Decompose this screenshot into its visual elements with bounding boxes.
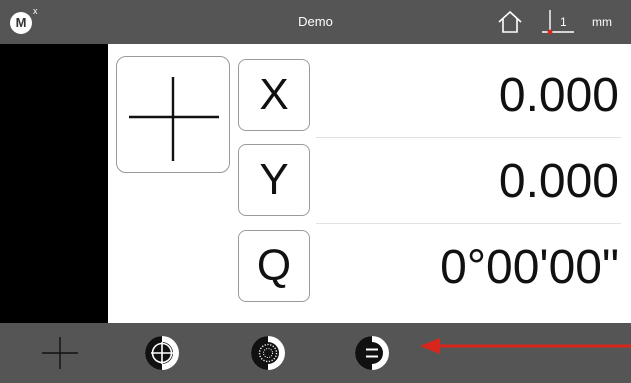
window-title: Demo (298, 14, 333, 29)
readout-q: 0°00'00" (440, 241, 619, 294)
datum-icon[interactable]: 1 (540, 6, 576, 38)
tool-circle-probe-button[interactable] (246, 323, 290, 383)
axis-q-button[interactable]: Q (238, 230, 310, 302)
left-panel (0, 44, 108, 323)
tool-equals-button[interactable] (350, 323, 394, 383)
circle-dotted-icon (251, 336, 285, 370)
readout-y: 0.000 (498, 155, 619, 208)
tool-crosshair-button[interactable] (38, 323, 82, 383)
datum-number: 1 (560, 15, 567, 29)
units-label[interactable]: mm (592, 0, 612, 44)
tool-circle-center-button[interactable] (140, 323, 184, 383)
arrow-left-icon (420, 338, 631, 354)
divider (316, 137, 621, 138)
circle-equals-icon (355, 336, 389, 370)
crosshair-icon (42, 337, 78, 369)
home-icon[interactable] (496, 8, 524, 36)
circle-crosshair-icon (145, 336, 179, 370)
crosshair-icon (129, 77, 219, 161)
divider (316, 223, 621, 224)
axis-x-button[interactable]: X (238, 59, 310, 131)
top-bar: M x Demo 1 mm (0, 0, 631, 44)
axis-y-button[interactable]: Y (238, 144, 310, 216)
zero-crosshair-button[interactable] (116, 56, 230, 173)
readout-x: 0.000 (498, 69, 619, 122)
